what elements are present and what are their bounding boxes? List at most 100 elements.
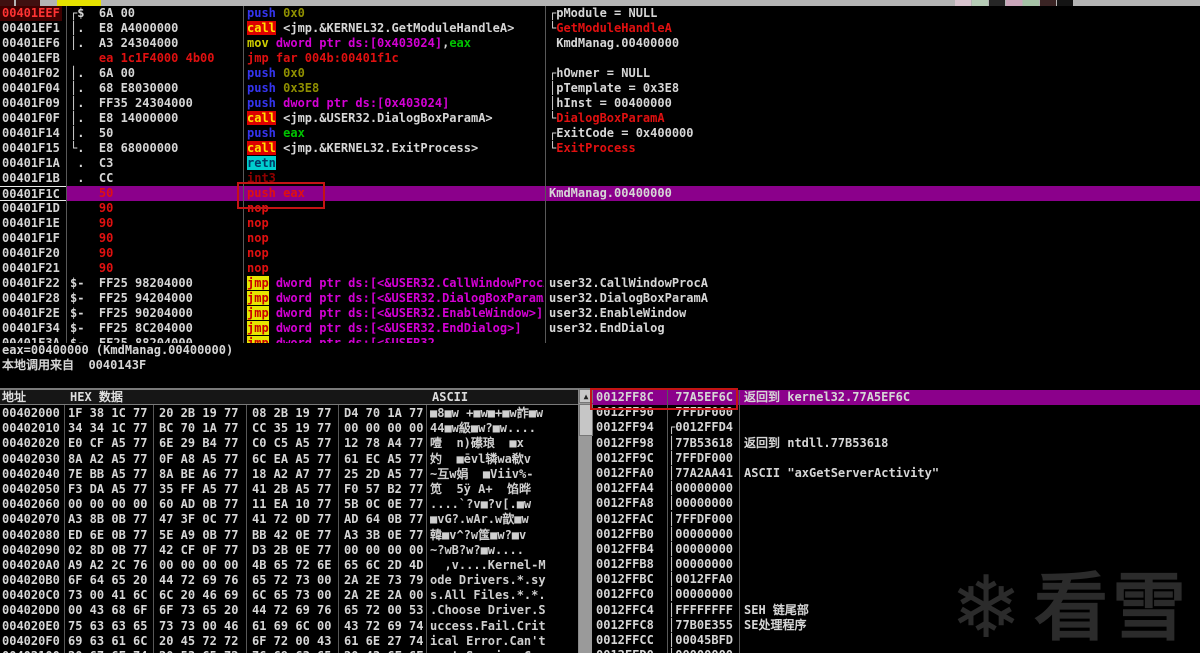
stack-value-cell: │00000000 — [668, 496, 734, 511]
stack-row[interactable]: 0012FFB8 │00000000 — [592, 557, 1200, 572]
disasm-row[interactable]: 00401F1E 90 nop — [0, 216, 1200, 231]
stack-row[interactable]: 0012FFBC │0012FFA0 — [592, 572, 1200, 587]
disasm-row[interactable]: 00401EF6 │. A3 24304000 mov dword ptr ds:[… — [0, 36, 1200, 51]
hexdump-row[interactable]: 00402060 00 00 00 00 60 AD 0B 77 11 EA 10 7… — [0, 497, 578, 512]
stack-comment-cell — [744, 481, 1200, 496]
disasm-row[interactable]: 00401EFB ea 1c1F4000 4b00 jmp far 004b:00… — [0, 51, 1200, 66]
instruction-cell: call <jmp.&USER32.DialogBoxParamA> — [247, 111, 493, 125]
hex-bytes-cell: 65 6C 2D 4D — [344, 557, 424, 572]
stack-row[interactable]: 0012FF98 │77B53618 返回到 ntdll.77B53618 — [592, 436, 1200, 451]
hexdump-row[interactable]: 004020C0 73 00 41 6C 6C 20 46 69 6C 65 73 0… — [0, 588, 578, 603]
call-origin-line: 本地调用来自 0040143F — [2, 358, 147, 372]
disasm-row[interactable]: 00401F1C 50 push eax KmdManag.00400000 — [0, 186, 1200, 201]
address-cell: 00401F3A — [2, 336, 60, 343]
disasm-row[interactable]: 00401F15 └. E8 68000000 call <jmp.&KERNEL3… — [0, 141, 1200, 156]
stack-row[interactable]: 0012FFA4 │00000000 — [592, 481, 1200, 496]
hex-bytes-cell: 44 72 69 76 — [252, 603, 332, 618]
disasm-row[interactable]: 00401F28 $- FF25 94204000 jmp dword ptr ds… — [0, 291, 1200, 306]
stack-value-cell: │7FFDF000 — [668, 450, 734, 465]
stack-row[interactable]: 0012FFA0 │77A2AA41 ASCII "axGetServerActiv… — [592, 466, 1200, 481]
column-divider — [153, 389, 154, 653]
register-info-line: eax=00400000 (KmdManag.00400000) — [2, 343, 234, 357]
disasm-row[interactable]: 00401EEF ┌$ 6A 00 push 0x0 ┌pModule = NULL — [0, 6, 1200, 21]
disasm-row[interactable]: 00401F0F │. E8 14000000 call <jmp.&USER32.… — [0, 111, 1200, 126]
stack-row[interactable]: 0012FFD0 └00000000 — [592, 648, 1200, 653]
hex-bytes-cell: 8A A2 A5 77 — [68, 451, 148, 466]
hexdump-row[interactable]: 00402000 1F 38 1C 77 20 2B 19 77 08 2B 19 7… — [0, 406, 578, 421]
stack-row[interactable]: 0012FF90 7FFDF000 — [592, 405, 1200, 420]
address-cell: 00401F1F — [2, 231, 60, 245]
stack-row[interactable]: 0012FF9C │7FFDF000 — [592, 451, 1200, 466]
disasm-row[interactable]: 00401F09 │. FF35 24304000 push dword ptr d… — [0, 96, 1200, 111]
scroll-up-icon[interactable]: ▲ — [579, 389, 593, 403]
disasm-row[interactable]: 00401F22 $- FF25 98204000 jmp dword ptr ds… — [0, 276, 1200, 291]
hexdump-row[interactable]: 00402030 8A A2 A5 77 0F A8 A5 77 6C EA A5 7… — [0, 452, 578, 467]
disasm-row[interactable]: 00401F14 │. 50 push eax ┌ExitCode = 0x40000… — [0, 126, 1200, 141]
stack-row[interactable]: 0012FFC4 │FFFFFFFF SEH 链尾部 — [592, 603, 1200, 618]
hexdump-row[interactable]: 00402090 02 8D 0B 77 42 CF 0F 77 D3 2B 0E 7… — [0, 543, 578, 558]
hexdump-row[interactable]: 004020D0 00 43 68 6F 6F 73 65 20 44 72 69 7… — [0, 603, 578, 618]
address-cell: 004020A0 — [2, 557, 60, 572]
hexdump-row[interactable]: 00402020 E0 CF A5 77 6E 29 B4 77 C0 C5 A5 7… — [0, 436, 578, 451]
disasm-row[interactable]: 00401F3A $- FF25 88204000 jmp dword ptr ds… — [0, 336, 1200, 343]
hex-bytes-cell: 00 00 00 00 — [344, 421, 424, 436]
hexdump-row[interactable]: 00402050 F3 DA A5 77 35 FF A5 77 41 2B A5 7… — [0, 482, 578, 497]
comment-cell: user32.EnableWindow — [549, 306, 687, 320]
disasm-row[interactable]: 00401F20 90 nop — [0, 246, 1200, 261]
stack-row[interactable]: 0012FFCC │00045BFD — [592, 633, 1200, 648]
header-address: 地址 — [2, 390, 27, 404]
hexdump-pane[interactable]: 地址 HEX 数据 ASCII 00402000 1F 38 1C 77 20 2B… — [0, 389, 578, 653]
stack-row[interactable]: 0012FFAC │7FFDF000 — [592, 512, 1200, 527]
address-cell: 004020D0 — [2, 603, 60, 618]
disasm-row[interactable]: 00401F02 │. 6A 00 push 0x0 ┌hOwner = NULL — [0, 66, 1200, 81]
ascii-cell: ■vG?.wAr.w歆■w — [430, 512, 529, 527]
hex-bytes-cell: 02 8D 0B 77 — [68, 542, 148, 557]
disasm-row[interactable]: 00401F04 │. 68 E8030000 push 0x3E8 │pTempla… — [0, 81, 1200, 96]
disasm-row[interactable]: 00401F21 90 nop — [0, 261, 1200, 276]
stack-row[interactable]: 0012FF94 ┌0012FFD4 — [592, 420, 1200, 435]
hex-bytes-cell: 25 2D A5 77 — [344, 466, 424, 481]
bytes-cell: ┌$ 6A 00 — [70, 6, 136, 20]
stack-pane[interactable]: 0012FF8C 77A5EF6C 返回到 kernel32.77A5EF6C 00… — [592, 390, 1200, 653]
hex-bytes-cell: D4 70 1A 77 — [344, 406, 424, 420]
stack-row[interactable]: 0012FFB0 │00000000 — [592, 527, 1200, 542]
stack-comment-cell — [744, 451, 1200, 466]
disasm-row[interactable]: 00401F1B . CC int3 — [0, 171, 1200, 186]
stack-row[interactable]: 0012FFC0 │00000000 — [592, 587, 1200, 602]
address-cell: 00401F28 — [2, 291, 60, 305]
disasm-row[interactable]: 00401EF1 │. E8 A4000000 call <jmp.&KERNEL3… — [0, 21, 1200, 36]
bytes-cell: │. 68 E8030000 — [70, 81, 179, 95]
address-cell: 00402040 — [2, 466, 60, 481]
hexdump-row[interactable]: 00402040 7E BB A5 77 8A BE A6 77 18 A2 A7 7… — [0, 467, 578, 482]
stack-row[interactable]: 0012FFA8 │00000000 — [592, 496, 1200, 511]
hexdump-row[interactable]: 00402010 34 34 1C 77 BC 70 1A 77 CC 35 19 7… — [0, 421, 578, 436]
stack-comment-cell — [744, 557, 1200, 572]
hexdump-row[interactable]: 004020A0 A9 A2 2C 76 00 00 00 00 4B 65 72 6… — [0, 558, 578, 573]
stack-row[interactable]: 0012FFC8 │77B0E355 SE处理程序 — [592, 618, 1200, 633]
stack-comment-cell: 返回到 ntdll.77B53618 — [744, 435, 889, 450]
stack-value-cell: │00000000 — [668, 557, 734, 572]
hexdump-row[interactable]: 004020E0 75 63 63 65 73 73 00 46 61 69 6C 0… — [0, 619, 578, 634]
stack-address-cell: 0012FFCC — [596, 633, 654, 647]
disasm-row[interactable]: 00401F1F 90 nop — [0, 231, 1200, 246]
stack-row[interactable]: 0012FFB4 │00000000 — [592, 542, 1200, 557]
disasm-row[interactable]: 00401F2E $- FF25 90204000 jmp dword ptr ds… — [0, 306, 1200, 321]
hexdump-row[interactable]: 004020F0 69 63 61 6C 20 45 72 72 6F 72 00 4… — [0, 634, 578, 649]
disasm-row[interactable]: 00401F1D 90 nop — [0, 201, 1200, 216]
disassembly-pane[interactable]: 00401EEF ┌$ 6A 00 push 0x0 ┌pModule = NULL 0… — [0, 6, 1200, 343]
hexdump-scrollbar[interactable]: ▲ — [578, 389, 593, 653]
disasm-row[interactable]: 00401F1A . C3 retn — [0, 156, 1200, 171]
hex-bytes-cell: F0 57 B2 77 — [344, 481, 424, 496]
address-cell: 00401EFB — [2, 51, 60, 65]
hexdump-row[interactable]: 00402070 A3 8B 0B 77 47 3F 0C 77 41 72 0D 7… — [0, 512, 578, 527]
hexdump-row[interactable]: 00402080 ED 6E 0B 77 5E A9 0B 77 BB 42 0E 7… — [0, 528, 578, 543]
scrollbar-thumb[interactable] — [579, 404, 593, 436]
hexdump-row[interactable]: 004020B0 6F 64 65 20 44 72 69 76 65 72 73 0… — [0, 573, 578, 588]
hexdump-row[interactable]: 00402100 20 67 6F 74 20 53 65 72 76 69 63 6… — [0, 649, 578, 653]
stack-row[interactable]: 0012FF8C 77A5EF6C 返回到 kernel32.77A5EF6C — [592, 390, 1200, 406]
header-ascii: ASCII — [432, 390, 469, 404]
hex-bytes-cell: 61 6E 27 74 — [344, 633, 424, 648]
disasm-row[interactable]: 00401F34 $- FF25 8C204000 jmp dword ptr ds… — [0, 321, 1200, 336]
address-cell: 00401F1C — [0, 186, 66, 201]
stack-comment-cell — [744, 405, 1200, 420]
